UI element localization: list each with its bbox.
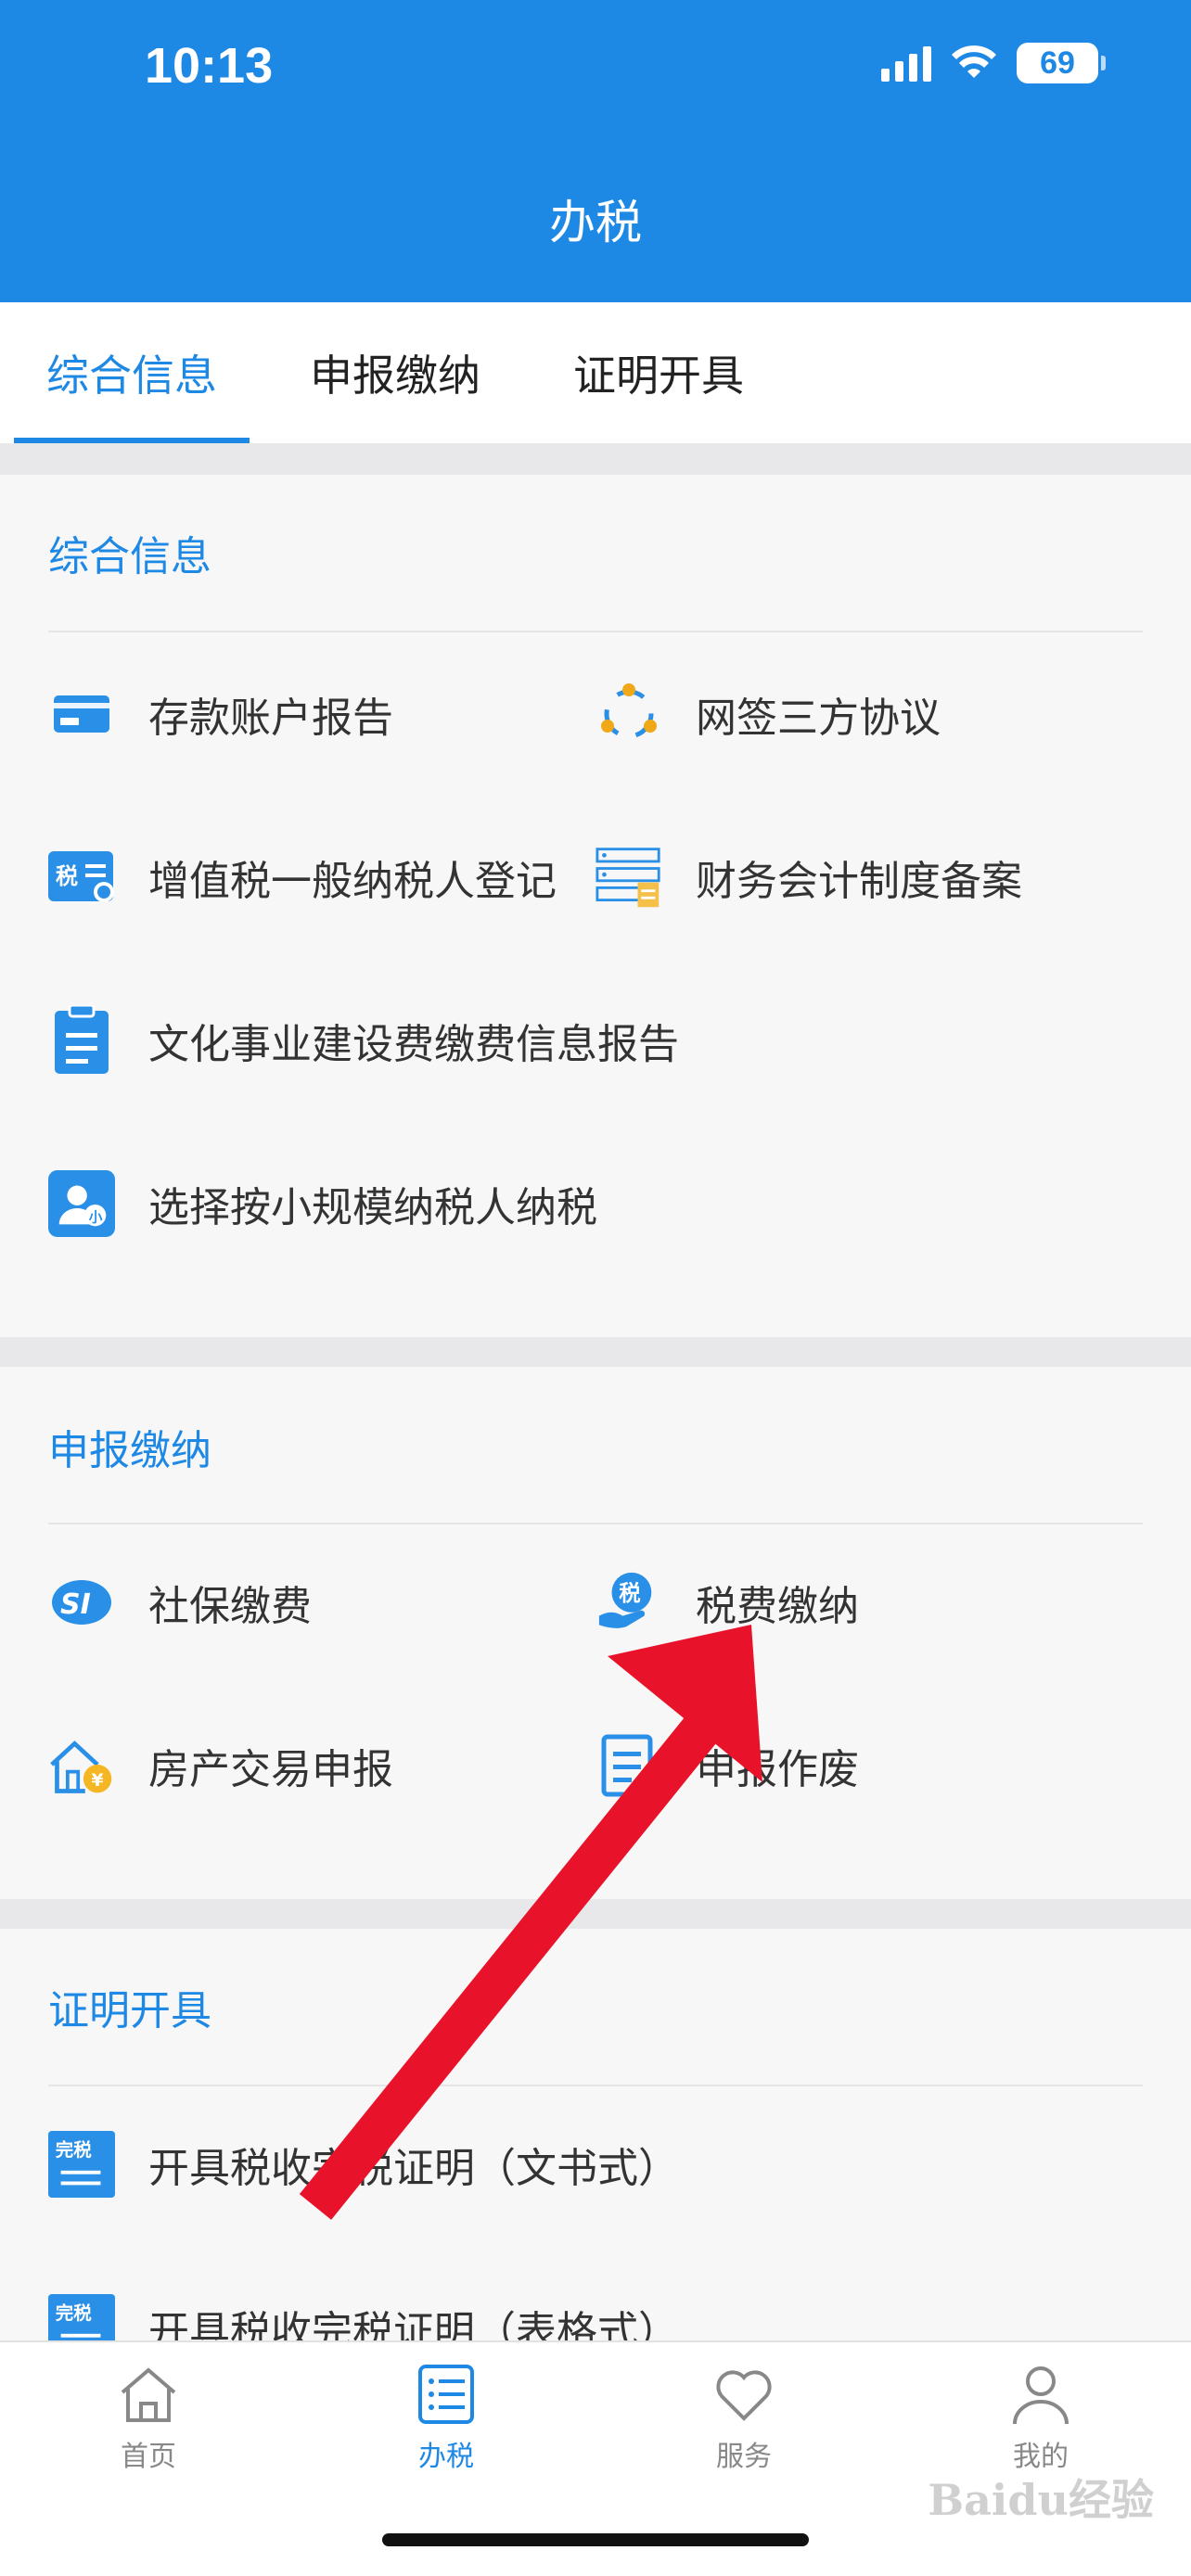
item-social-insurance-payment[interactable]: SI 社保缴费: [48, 1569, 312, 1636]
svg-text:SI: SI: [60, 1588, 91, 1621]
clipboard-icon: [48, 1005, 115, 1074]
home-icon: [121, 2367, 176, 2422]
nav-label: 办税: [418, 2441, 474, 2473]
wifi-icon: [952, 45, 996, 78]
item-tripartite-agreement[interactable]: 网签三方协议: [596, 681, 941, 747]
item-deposit-account-report[interactable]: 存款账户报告: [48, 681, 393, 747]
tab-bar: 综合信息 申报缴纳 证明开具: [0, 302, 1191, 443]
nav-tax[interactable]: 办税: [353, 2361, 539, 2474]
svg-text:¥: ¥: [91, 1770, 103, 1791]
section-title: 综合信息: [48, 533, 211, 580]
home-indicator: [382, 2533, 809, 2546]
header: 10:13 69 办税: [0, 0, 1191, 302]
svg-text:小: 小: [89, 1209, 103, 1225]
item-label: 社保缴费: [148, 1583, 312, 1630]
tax-pay-hand-icon: 税: [596, 1569, 662, 1636]
item-property-transaction[interactable]: ¥ 房产交易申报: [48, 1732, 393, 1799]
status-icons: 69: [881, 43, 1106, 83]
nav-label: 首页: [121, 2441, 176, 2473]
server-doc-icon: [596, 844, 662, 911]
tax-register-icon: 税: [48, 844, 115, 911]
svg-text:完税: 完税: [56, 2302, 92, 2324]
item-small-scale-taxpayer[interactable]: 小 选择按小规模纳税人纳税: [48, 1170, 597, 1237]
item-label: 申报作废: [696, 1746, 859, 1793]
item-label: 开具税收完税证明（文书式）: [148, 2145, 679, 2192]
doc-void-icon: [596, 1732, 662, 1799]
divider-band: [0, 1899, 1191, 1929]
user-small-icon: 小: [48, 1170, 115, 1237]
card-icon: [48, 681, 115, 747]
item-accounting-filing[interactable]: 财务会计制度备案: [596, 844, 1022, 911]
divider-band: [0, 443, 1191, 475]
item-vat-registration[interactable]: 税 增值税一般纳税人登记: [48, 844, 557, 911]
tab-cert[interactable]: 证明开具: [573, 302, 744, 443]
item-label: 增值税一般纳税人登记: [148, 858, 557, 905]
nav-mine[interactable]: 我的: [948, 2361, 1133, 2474]
house-yen-icon: ¥: [48, 1732, 115, 1799]
item-label: 财务会计制度备案: [696, 858, 1022, 905]
section-cert: 证明开具 完税 开具税收完税证明（文书式） 完税 开具税收完税证明（表格式）: [0, 1929, 1191, 2361]
item-label: 网签三方协议: [696, 695, 941, 742]
social-insurance-icon: SI: [48, 1569, 115, 1636]
app-root: 10:13 69 办税 综合信息 申报缴纳 证明开具 综合信息 存款账户报告 网…: [0, 0, 1191, 2576]
svg-text:税: 税: [56, 863, 78, 889]
page-title: 办税: [549, 196, 642, 249]
person-icon: [1013, 2366, 1069, 2425]
section-divider: [48, 631, 1143, 632]
section-title: 证明开具: [48, 1987, 211, 2034]
item-label: 存款账户报告: [148, 695, 393, 742]
tab-info[interactable]: 综合信息: [14, 302, 250, 443]
nav-home[interactable]: 首页: [56, 2361, 241, 2474]
nav-service[interactable]: 服务: [651, 2361, 837, 2474]
item-culture-fee-report[interactable]: 文化事业建设费缴费信息报告: [48, 1005, 679, 1074]
item-tax-cert-document[interactable]: 完税 开具税收完税证明（文书式）: [48, 2131, 679, 2198]
svg-text:税: 税: [619, 1580, 640, 1606]
item-label: 文化事业建设费缴费信息报告: [148, 1021, 679, 1068]
nav-label: 服务: [716, 2441, 772, 2473]
section-title: 申报缴纳: [48, 1427, 211, 1474]
section-divider: [48, 1523, 1143, 1524]
section-declare: 申报缴纳 SI 社保缴费 税 税费缴纳 ¥ 房产交易申报 申报作废: [0, 1367, 1191, 1899]
heart-icon: [716, 2370, 772, 2421]
item-declaration-void[interactable]: 申报作废: [596, 1732, 859, 1799]
tab-declare[interactable]: 申报缴纳: [310, 302, 480, 443]
item-label: 选择按小规模纳税人纳税: [148, 1184, 597, 1231]
network-icon: [596, 681, 662, 747]
divider-band: [0, 1337, 1191, 1367]
item-tax-payment[interactable]: 税 税费缴纳: [596, 1569, 859, 1636]
signal-icon: [881, 45, 931, 82]
svg-text:完税: 完税: [56, 2139, 92, 2161]
item-label: 税费缴纳: [696, 1583, 859, 1630]
list-icon: [418, 2365, 474, 2424]
watermark: Baidu经验: [928, 2475, 1154, 2525]
tax-cert-icon: 完税: [48, 2131, 115, 2198]
battery-icon: 69: [1017, 43, 1106, 83]
section-info: 综合信息 存款账户报告 网签三方协议 税 增值税一般纳税人登记 财务会计制度备案…: [0, 475, 1191, 1337]
section-divider: [48, 2085, 1143, 2086]
status-time: 10:13: [145, 38, 274, 94]
item-label: 房产交易申报: [148, 1746, 393, 1793]
